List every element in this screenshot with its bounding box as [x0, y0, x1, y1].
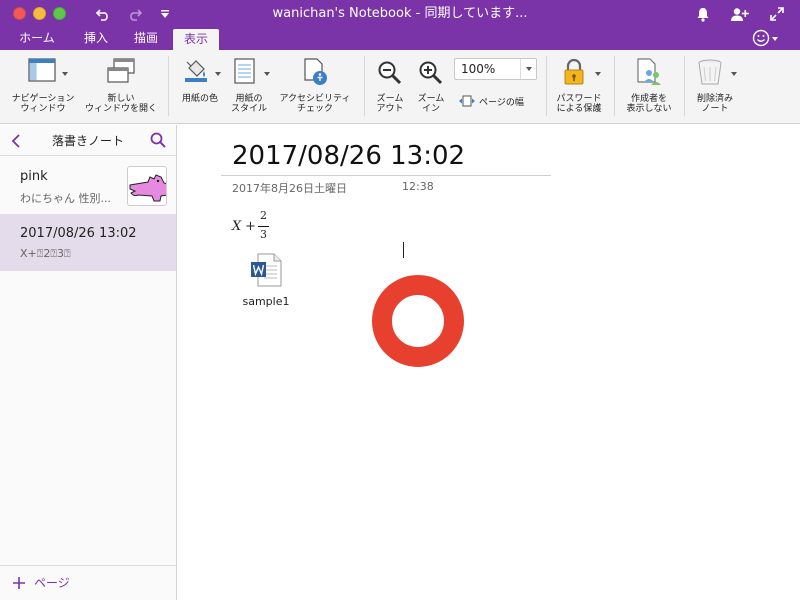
accessibility-check-button[interactable]: アクセシビリティ チェック: [272, 50, 358, 124]
redo-icon[interactable]: [124, 3, 146, 25]
zoom-level-combo[interactable]: [454, 58, 537, 80]
zoom-dropdown-button[interactable]: [520, 59, 536, 79]
search-icon[interactable]: [150, 132, 166, 152]
zoom-window-button[interactable]: [53, 7, 66, 20]
hide-authors-button[interactable]: 作成者を 表示しない: [618, 50, 680, 124]
math-numerator: 2: [260, 209, 267, 222]
zoom-in-icon: [418, 60, 444, 90]
ruled-paper-icon: [234, 58, 256, 88]
page-item-preview: X+⍰2⍰3⍰: [20, 247, 71, 260]
word-document-icon: [250, 253, 282, 291]
ribbon-tabs: ホーム 挿入 描画 表示: [0, 28, 800, 50]
add-page-button[interactable]: ページ: [12, 574, 70, 591]
add-person-icon[interactable]: [728, 3, 752, 25]
page-title[interactable]: 2017/08/26 13:02: [232, 141, 465, 171]
paint-bucket-icon: [183, 58, 209, 88]
add-page-label: ページ: [34, 576, 70, 590]
paper-style-button[interactable]: 用紙の スタイル: [224, 50, 274, 124]
math-denominator: 3: [260, 228, 267, 241]
page-item-title: 2017/08/26 13:02: [20, 226, 137, 241]
page-date: 2017年8月26日土曜日: [232, 182, 347, 195]
section-header: 落書きノート: [0, 125, 176, 156]
plus-icon: [12, 576, 26, 590]
math-variable: X: [232, 219, 242, 234]
title-underline: [221, 175, 551, 176]
notification-bell-icon[interactable]: [692, 3, 714, 25]
page-list-item-selected[interactable]: 2017/08/26 13:02 X+⍰2⍰3⍰: [0, 214, 176, 271]
page-width-icon: [459, 95, 475, 107]
deleted-notes-button[interactable]: 削除済み ノート: [686, 50, 744, 124]
new-window-icon: [106, 58, 136, 88]
page-thumbnail: [127, 166, 167, 206]
text-cursor: [403, 242, 404, 258]
paper-color-button[interactable]: 用紙の色: [172, 50, 228, 124]
page-time: 12:38: [402, 180, 434, 193]
page-item-preview: わにちゃん 性別...: [20, 192, 111, 205]
trash-can-icon: [697, 58, 723, 90]
customize-toolbar-icon[interactable]: [156, 3, 174, 25]
zoom-out-button[interactable]: ズーム アウト: [368, 50, 412, 124]
file-name: sample1: [242, 295, 290, 308]
fullscreen-icon[interactable]: [766, 3, 788, 25]
ring-shape-stroke: [372, 275, 464, 367]
page-list-sidebar: 落書きノート pink わにちゃん 性別... 2017/08/26 13:02…: [0, 125, 177, 600]
new-window-button[interactable]: 新しい ウィンドウを開く: [80, 50, 162, 124]
tab-draw[interactable]: 描画: [124, 28, 168, 50]
ribbon-toolbar: ナビゲーション ウィンドウ 新しい ウィンドウを開く 用紙の色 用紙の スタイル…: [0, 50, 800, 124]
tab-home[interactable]: ホーム: [12, 28, 62, 50]
page-width-label: ページの幅: [479, 97, 524, 108]
note-canvas[interactable]: 2017/08/26 13:02 2017年8月26日土曜日 12:38 X +…: [178, 125, 800, 600]
page-item-title: pink: [20, 169, 48, 184]
ring-shape[interactable]: [371, 275, 465, 371]
accessibility-check-icon: [301, 58, 329, 90]
zoom-out-icon: [377, 60, 403, 90]
fraction-bar: [258, 226, 269, 227]
navigation-pane-icon: [28, 58, 58, 88]
zoom-level-input[interactable]: [455, 59, 521, 79]
window-title: wanichan's Notebook - 同期しています...: [272, 6, 528, 21]
minimize-window-button[interactable]: [33, 7, 46, 20]
undo-icon[interactable]: [92, 3, 114, 25]
authors-icon: [635, 58, 663, 90]
close-window-button[interactable]: [13, 7, 26, 20]
math-equation[interactable]: X + 2 3: [232, 209, 272, 245]
pink-crocodile-thumbnail-icon: [129, 174, 166, 202]
sidebar-footer: ページ: [0, 565, 176, 600]
password-protection-button[interactable]: パスワード による保護: [550, 50, 608, 124]
math-operator: +: [245, 219, 256, 234]
navigation-window-button[interactable]: ナビゲーション ウィンドウ: [4, 50, 82, 124]
page-width-button[interactable]: ページの幅: [459, 93, 524, 109]
page-list-item[interactable]: pink わにちゃん 性別...: [0, 157, 176, 214]
file-attachment[interactable]: sample1: [236, 253, 296, 311]
tab-view[interactable]: 表示: [173, 29, 219, 50]
title-bar: wanichan's Notebook - 同期しています...: [0, 0, 800, 28]
zoom-in-button[interactable]: ズーム イン: [410, 50, 452, 124]
feedback-smiley-icon[interactable]: [752, 29, 780, 51]
tab-insert[interactable]: 挿入: [76, 28, 116, 50]
lock-icon: [563, 58, 585, 90]
